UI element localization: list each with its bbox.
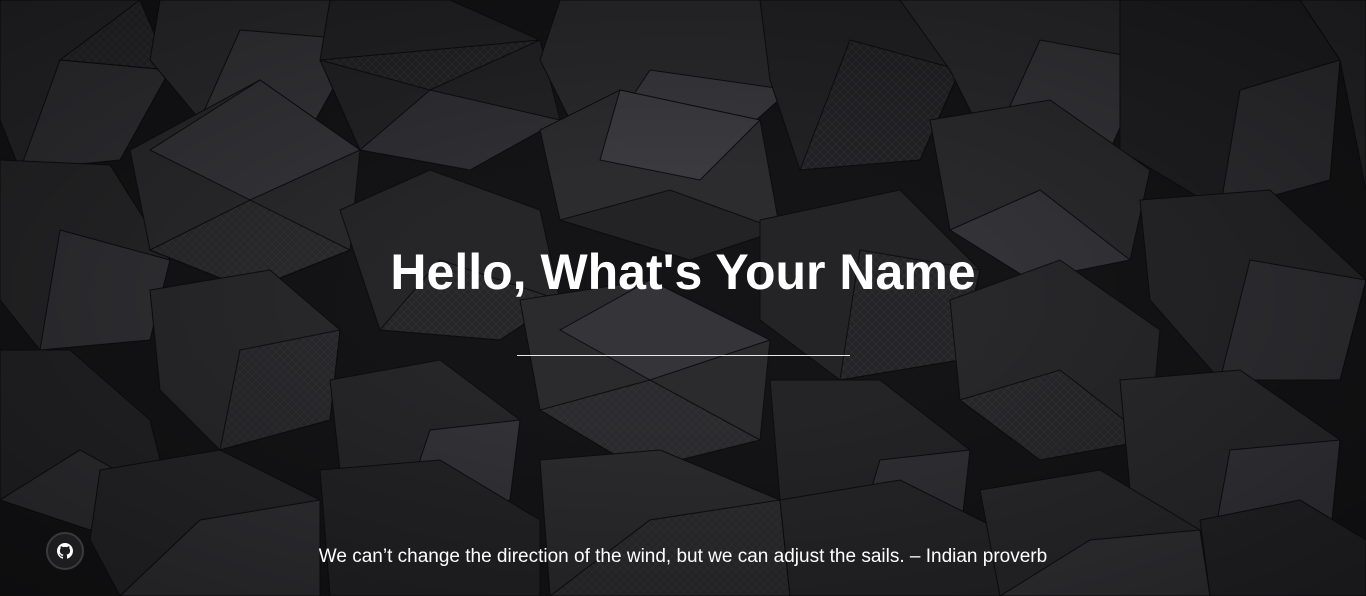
github-link-button[interactable]	[46, 532, 84, 570]
greeting-heading: Hello, What's Your Name	[390, 244, 976, 300]
name-input[interactable]	[517, 324, 850, 356]
page: Hello, What's Your Name We can’t change …	[0, 0, 1366, 596]
quote-text: We can’t change the direction of the win…	[318, 546, 1048, 567]
github-icon	[57, 543, 73, 559]
